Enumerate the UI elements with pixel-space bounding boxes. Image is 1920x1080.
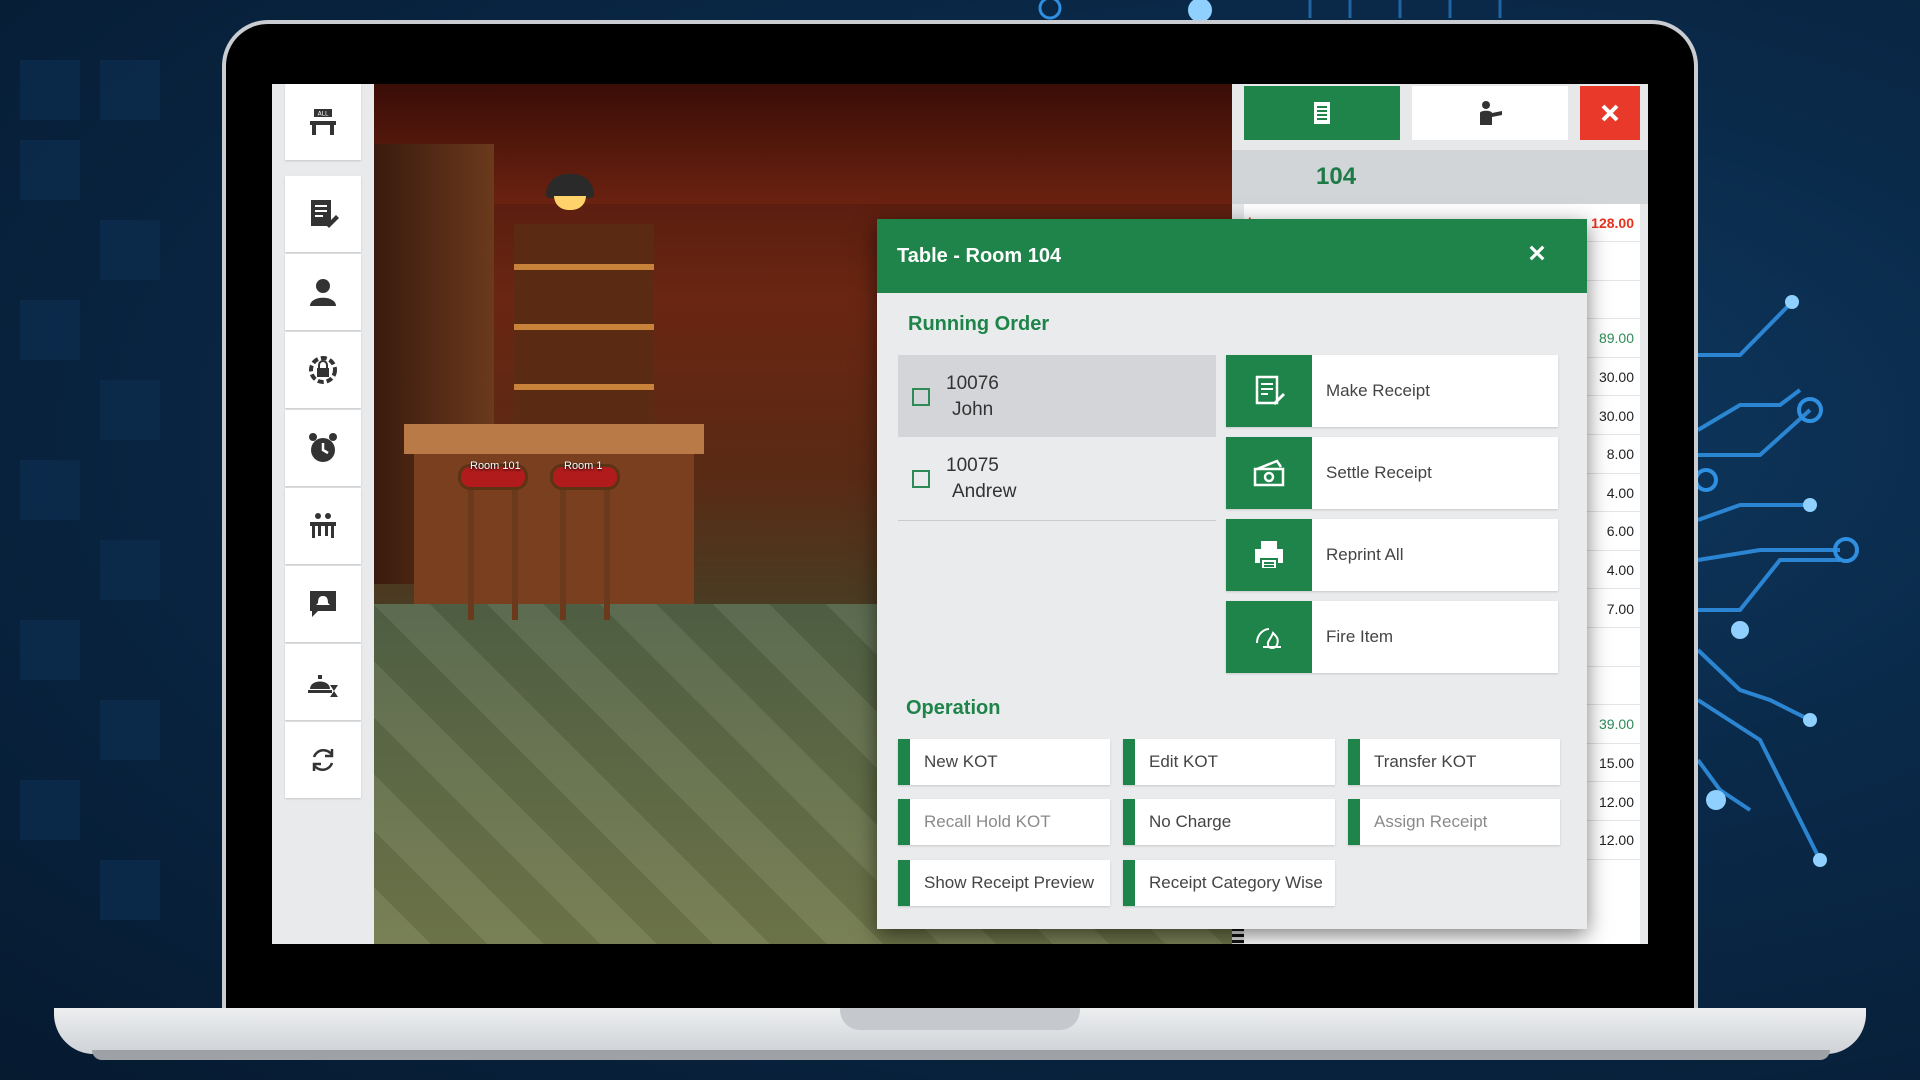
stool-leg [468, 490, 474, 620]
recall-hold-kot-button[interactable]: Recall Hold KOT [898, 799, 1110, 845]
sidebar-notification-button[interactable] [285, 566, 361, 642]
sidebar-all-tables-button[interactable]: ALL [285, 84, 361, 160]
stool-leg [512, 490, 518, 620]
make-receipt-button[interactable]: Make Receipt [1226, 355, 1558, 427]
stool-leg [560, 490, 566, 620]
receipt-row-amount: 39.00 [1598, 716, 1634, 733]
stool-leg [604, 490, 610, 620]
running-order-item[interactable]: 10075 Andrew [898, 437, 1216, 519]
settle-receipt-icon-box [1226, 437, 1312, 509]
receipt-edit-icon [311, 200, 339, 228]
make-receipt-icon [1255, 375, 1285, 405]
waiter-icon [1480, 101, 1502, 125]
shelf-line [514, 324, 654, 330]
receipt-row-amount: 4.00 [1606, 484, 1634, 501]
bar-counter [404, 424, 704, 454]
receipt-row-amount: 8.00 [1606, 446, 1634, 463]
service-bell-icon [308, 675, 338, 697]
new-kot-button[interactable]: New KOT [898, 739, 1110, 785]
transfer-kot-button[interactable]: Transfer KOT [1348, 739, 1560, 785]
reprint-all-icon-box [1226, 519, 1312, 591]
user-icon [310, 279, 336, 306]
shelf-line [514, 264, 654, 270]
sidebar-alarm-button[interactable] [285, 410, 361, 486]
reprint-all-button[interactable]: Reprint All [1226, 519, 1558, 591]
order-number: 10075 [946, 455, 999, 476]
sidebar-service-bell-button[interactable] [285, 644, 361, 720]
assign-receipt-button[interactable]: Assign Receipt [1348, 799, 1560, 845]
sidebar-refresh-button[interactable] [285, 722, 361, 798]
receipt-row-amount: 128.00 [1591, 214, 1634, 231]
laptop-notch [840, 1008, 1080, 1030]
operation-title: Operation [906, 697, 1001, 719]
settle-receipt-icon [1253, 459, 1285, 487]
table-modal: Table - Room 104 Running Order 10076 Joh… [877, 219, 1587, 929]
sidebar-lock-settings-button[interactable] [285, 332, 361, 408]
receipt-row-amount: 89.00 [1598, 330, 1634, 347]
printer-icon [1255, 541, 1283, 570]
receipt-row-amount: 4.00 [1606, 561, 1634, 578]
app-screen: ALL Room 101 Room 1 104 128.00 89.00 30.… [272, 84, 1648, 944]
tab-close-button[interactable] [1580, 86, 1640, 140]
receipt-row-amount: 12.00 [1598, 793, 1634, 810]
fire-item-button[interactable]: Fire Item [1226, 601, 1558, 673]
sidebar-user-button[interactable] [285, 254, 361, 330]
order-customer-name: Andrew [952, 481, 1017, 502]
sidebar-dining-table-button[interactable] [285, 488, 361, 564]
stool-label-room-1: Room 1 [564, 460, 603, 472]
left-sidebar: ALL [272, 84, 374, 944]
receipt-panel-title: 104 [1232, 150, 1648, 204]
close-icon [1601, 104, 1619, 122]
make-receipt-label: Make Receipt [1326, 381, 1430, 400]
order-number: 10076 [946, 373, 999, 394]
fire-item-label: Fire Item [1326, 627, 1394, 646]
receipt-row-amount: 30.00 [1598, 368, 1634, 385]
order-checkbox[interactable] [912, 470, 930, 488]
lamp-glow [554, 196, 586, 210]
fire-item-icon-box [1226, 601, 1312, 673]
dining-table-icon [310, 513, 336, 538]
fire-item-icon [1256, 628, 1281, 649]
receipt-row-amount: 30.00 [1598, 407, 1634, 424]
make-receipt-icon-box [1226, 355, 1312, 427]
receipt-row-amount: 12.00 [1598, 832, 1634, 849]
edit-kot-button[interactable]: Edit KOT [1123, 739, 1335, 785]
running-order-title: Running Order [908, 313, 1050, 335]
svg-text:ALL: ALL [318, 111, 329, 118]
room-ceiling [374, 84, 1232, 204]
running-order-item[interactable]: 10076 John [898, 355, 1216, 437]
refresh-icon [312, 748, 334, 772]
chat-notification-icon [310, 591, 336, 617]
modal-title: Table - Room 104 [897, 244, 1062, 267]
order-divider [898, 520, 1216, 521]
receipt-panel-tabs [1232, 84, 1648, 146]
reprint-all-label: Reprint All [1326, 545, 1404, 564]
laptop-base-shadow [92, 1050, 1830, 1060]
close-icon [1529, 245, 1545, 261]
modal-header: Table - Room 104 [877, 219, 1587, 293]
table-all-icon: ALL [310, 109, 336, 135]
receipt-row-amount: 7.00 [1606, 600, 1634, 617]
receipt-row-amount: 15.00 [1598, 754, 1634, 771]
alarm-clock-icon [309, 433, 337, 462]
tab-waiter[interactable] [1412, 86, 1568, 140]
tab-receipt[interactable] [1244, 86, 1400, 140]
lock-settings-icon [309, 356, 337, 384]
receipt-icon [1314, 102, 1330, 124]
receipt-row-amount: 6.00 [1606, 523, 1634, 540]
no-charge-button[interactable]: No Charge [1123, 799, 1335, 845]
modal-close-button[interactable] [1523, 241, 1551, 269]
stool-label-room-101: Room 101 [470, 460, 521, 472]
order-customer-name: John [952, 399, 994, 420]
order-checkbox[interactable] [912, 388, 930, 406]
sidebar-receipt-edit-button[interactable] [285, 176, 361, 252]
settle-receipt-button[interactable]: Settle Receipt [1226, 437, 1558, 509]
receipt-category-wise-button[interactable]: Receipt Category Wise [1123, 860, 1335, 906]
settle-receipt-label: Settle Receipt [1326, 463, 1432, 482]
show-receipt-preview-button[interactable]: Show Receipt Preview [898, 860, 1110, 906]
shelf-line [514, 384, 654, 390]
